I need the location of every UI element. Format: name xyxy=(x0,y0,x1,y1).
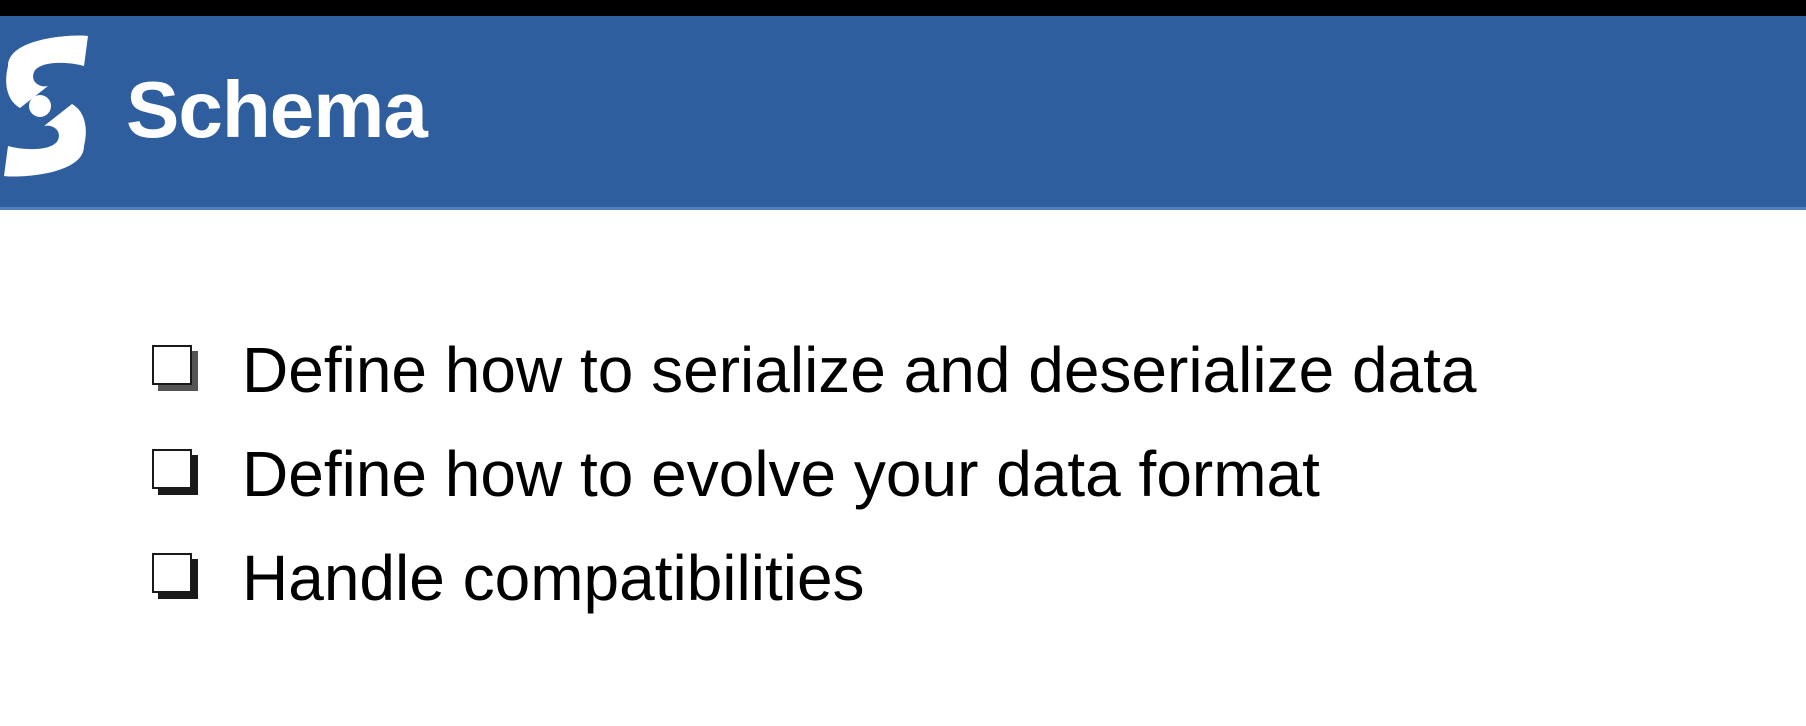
bullet-text: Define how to evolve your data format xyxy=(242,438,1320,510)
header-banner: Schema xyxy=(0,16,1806,210)
bullet-text: Define how to serialize and deserialize … xyxy=(242,334,1477,406)
top-black-bar xyxy=(0,0,1806,16)
checkbox-icon xyxy=(152,345,202,395)
bullet-text: Handle compatibilities xyxy=(242,542,865,614)
bullet-list: Define how to serialize and deserialize … xyxy=(152,318,1477,630)
checkbox-icon xyxy=(152,449,202,499)
list-item: Define how to serialize and deserialize … xyxy=(152,318,1477,422)
schema-s-logo-icon xyxy=(4,35,88,177)
list-item: Handle compatibilities xyxy=(152,526,1477,630)
page-title: Schema xyxy=(126,65,428,154)
list-item: Define how to evolve your data format xyxy=(152,422,1477,526)
checkbox-icon xyxy=(152,553,202,603)
slide: Schema Define how to serialize and deser… xyxy=(0,0,1806,726)
